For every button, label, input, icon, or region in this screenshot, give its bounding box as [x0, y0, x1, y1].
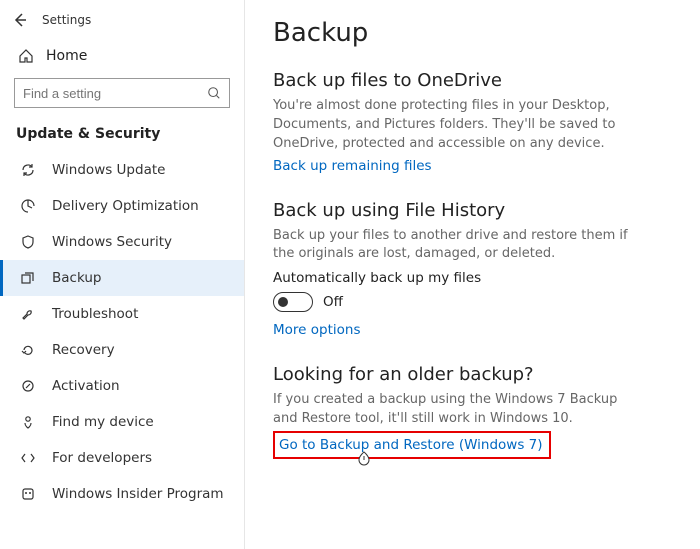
filehistory-description: Back up your files to another drive and … [273, 227, 633, 265]
filehistory-heading: Back up using File History [273, 200, 672, 221]
nav-label: Find my device [52, 414, 154, 430]
sync-icon [20, 162, 36, 178]
section-onedrive: Back up files to OneDrive You're almost … [273, 70, 672, 174]
search-icon [207, 86, 221, 100]
back-arrow-icon [12, 12, 28, 28]
nav-item-for-developers[interactable]: For developers [0, 440, 244, 476]
recovery-icon [20, 342, 36, 358]
nav-label: Delivery Optimization [52, 198, 199, 214]
home-icon [18, 48, 34, 64]
key-icon [20, 378, 36, 394]
location-icon [20, 414, 36, 430]
section-file-history: Back up using File History Back up your … [273, 200, 672, 339]
insider-icon [20, 486, 36, 502]
nav-item-delivery-optimization[interactable]: Delivery Optimization [0, 188, 244, 224]
nav-label: Windows Security [52, 234, 172, 250]
search-container [0, 74, 244, 120]
backup-icon [20, 270, 36, 286]
code-icon [20, 450, 36, 466]
delivery-icon [20, 198, 36, 214]
main-content: Backup Back up files to OneDrive You're … [245, 0, 700, 549]
auto-backup-toggle[interactable] [273, 292, 313, 312]
nav-label: Troubleshoot [52, 306, 138, 322]
nav-item-troubleshoot[interactable]: Troubleshoot [0, 296, 244, 332]
sidebar: Settings Home Update & Security W [0, 0, 245, 549]
nav-item-windows-update[interactable]: Windows Update [0, 152, 244, 188]
toggle-state: Off [323, 294, 343, 310]
nav-label: Recovery [52, 342, 115, 358]
older-heading: Looking for an older backup? [273, 364, 672, 385]
cursor-icon [357, 451, 371, 469]
search-input[interactable] [23, 86, 207, 101]
page-title: Backup [273, 18, 672, 48]
onedrive-description: You're almost done protecting files in y… [273, 97, 633, 154]
nav-item-activation[interactable]: Activation [0, 368, 244, 404]
toggle-row: Off [273, 292, 672, 312]
nav-item-backup[interactable]: Backup [0, 260, 244, 296]
title-bar: Settings [0, 6, 244, 38]
nav-item-find-my-device[interactable]: Find my device [0, 404, 244, 440]
more-options-link[interactable]: More options [273, 322, 360, 338]
home-label: Home [46, 48, 87, 64]
nav-label: For developers [52, 450, 152, 466]
toggle-knob-icon [278, 297, 288, 307]
section-header: Update & Security [0, 120, 244, 152]
search-box[interactable] [14, 78, 230, 108]
nav-list: Windows Update Delivery Optimization Win… [0, 152, 244, 512]
shield-icon [20, 234, 36, 250]
app-title: Settings [42, 13, 91, 27]
nav-item-recovery[interactable]: Recovery [0, 332, 244, 368]
section-older-backup: Looking for an older backup? If you crea… [273, 364, 672, 459]
backup-remaining-link[interactable]: Back up remaining files [273, 158, 432, 174]
wrench-icon [20, 306, 36, 322]
nav-item-windows-security[interactable]: Windows Security [0, 224, 244, 260]
onedrive-heading: Back up files to OneDrive [273, 70, 672, 91]
backup-restore-win7-link[interactable]: Go to Backup and Restore (Windows 7) [279, 437, 543, 453]
auto-backup-label: Automatically back up my files [273, 270, 672, 286]
older-description: If you created a backup using the Window… [273, 391, 633, 429]
nav-label: Backup [52, 270, 102, 286]
nav-label: Windows Update [52, 162, 165, 178]
home-nav[interactable]: Home [0, 38, 244, 74]
nav-label: Activation [52, 378, 120, 394]
nav-item-windows-insider[interactable]: Windows Insider Program [0, 476, 244, 512]
nav-label: Windows Insider Program [52, 486, 224, 502]
back-button[interactable] [10, 10, 30, 30]
highlight-annotation: Go to Backup and Restore (Windows 7) [273, 431, 551, 459]
